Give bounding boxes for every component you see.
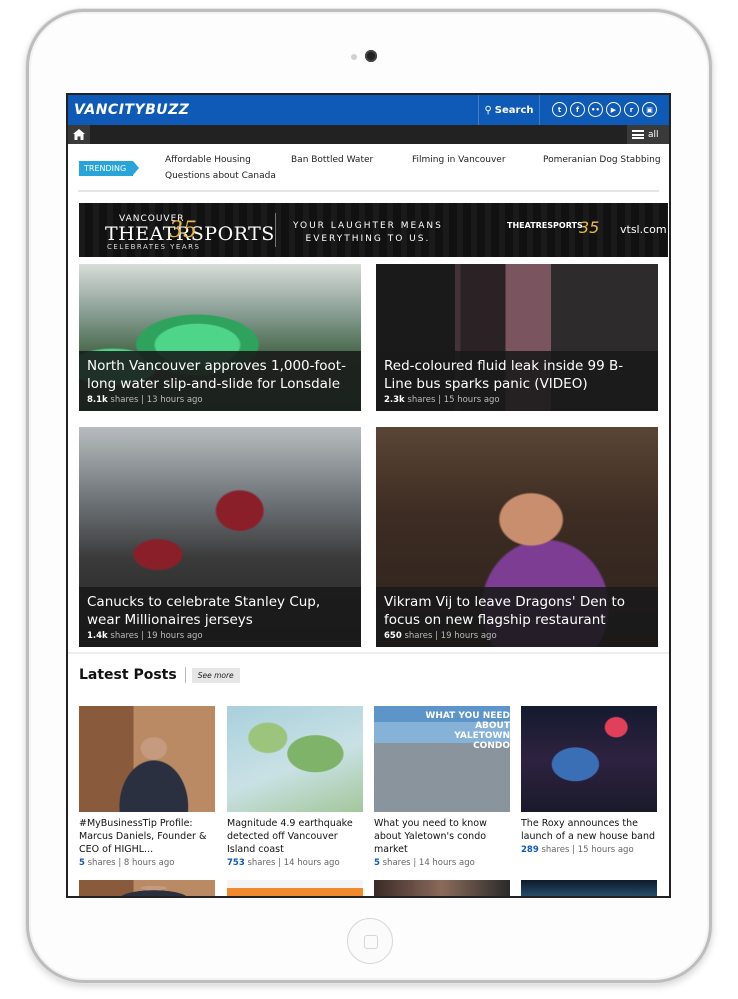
home-button[interactable] [347,918,393,964]
see-more-button[interactable]: See more [191,667,240,683]
card-meta: 650 shares | 19 hours ago [384,631,497,641]
ad-banner[interactable]: VANCOUVER THEATRSPORTS 35 CELEBRATES YEA… [79,203,668,257]
post-title[interactable]: What you need to know about Yaletown's c… [374,817,510,856]
nav-bar: all [68,125,669,144]
post-thumbnail-partial[interactable] [79,880,215,896]
card-meta: 8.1k shares | 13 hours ago [87,395,203,405]
ad-tagline1: YOUR LAUGHTER MEANS [293,221,443,231]
card-overlay: Red-coloured fluid leak inside 99 B-Line… [376,351,658,411]
trending-link[interactable]: Filming in Vancouver [412,155,506,165]
ad-line3: CELEBRATES YEARS [107,243,201,251]
post-title[interactable]: #MyBusinessTip Profile: Marcus Daniels, … [79,817,215,856]
card-title[interactable]: Red-coloured fluid leak inside 99 B-Line… [384,357,650,393]
facebook-icon[interactable]: f [570,102,585,117]
search-icon: ⚲ [484,104,492,116]
card-title[interactable]: Vikram Vij to leave Dragons' Den to focu… [384,593,650,629]
post-thumbnail-partial[interactable] [374,880,510,896]
reddit-icon[interactable]: r [624,102,639,117]
trending-link[interactable]: Questions about Canada [165,171,276,181]
latest-post[interactable]: The Roxy announces the launch of a new h… [521,706,657,855]
card-overlay: North Vancouver approves 1,000-foot-long… [79,351,361,411]
post-meta: 289 shares | 15 hours ago [521,845,634,855]
post-thumbnail[interactable] [227,706,363,812]
twitter-icon[interactable]: t [552,102,567,117]
post-meta: 5 shares | 8 hours ago [79,858,175,868]
section-divider [68,652,669,654]
hamburger-icon [632,130,644,139]
site-logo[interactable]: VANCITYBUZZ [74,102,189,118]
latest-posts-header: Latest Posts See more [79,667,240,683]
ad-url: vtsl.com [620,223,667,236]
featured-card[interactable]: North Vancouver approves 1,000-foot-long… [79,264,361,411]
ad-number: 35 [169,218,197,243]
featured-card[interactable]: Red-coloured fluid leak inside 99 B-Line… [376,264,658,411]
featured-card[interactable]: Vikram Vij to leave Dragons' Den to focu… [376,427,658,647]
sensor-dot [351,54,357,60]
post-thumbnail-partial[interactable] [227,880,363,896]
search-label: Search [494,104,534,116]
latest-post[interactable]: #MyBusinessTip Profile: Marcus Daniels, … [79,706,215,868]
featured-card[interactable]: Canucks to celebrate Stanley Cup, wear M… [79,427,361,647]
flickr-icon[interactable]: •• [588,102,603,117]
post-title[interactable]: Magnitude 4.9 earthquake detected off Va… [227,817,363,856]
trending-badge: TRENDING [79,161,139,176]
latest-posts-title: Latest Posts [79,667,186,683]
latest-post[interactable]: Magnitude 4.9 earthquake detected off Va… [227,706,363,868]
post-thumbnail[interactable]: WHAT YOU NEED ABOUT YALETOWN CONDO [374,706,510,812]
latest-post[interactable]: WHAT YOU NEED ABOUT YALETOWN CONDO What … [374,706,510,868]
ad-tagline: YOUR LAUGHTER MEANS EVERYTHING TO US. [293,220,443,246]
ad-tagline2: EVERYTHING TO US. [305,234,431,244]
menu-label: all [648,129,659,140]
home-square-icon [364,935,378,949]
instagram-icon[interactable]: ▣ [642,102,657,117]
camera-icon [365,50,377,62]
card-overlay: Canucks to celebrate Stanley Cup, wear M… [79,587,361,647]
menu-button[interactable]: all [627,125,669,144]
card-title[interactable]: North Vancouver approves 1,000-foot-long… [87,357,353,393]
trending-bar: TRENDING Affordable Housing Ban Bottled … [78,144,661,192]
trending-link[interactable]: Affordable Housing [165,155,251,165]
search-button[interactable]: ⚲ Search [478,95,540,125]
social-icons: t f •• ▶ r ▣ [552,102,657,117]
post-title[interactable]: The Roxy announces the launch of a new h… [521,817,657,843]
post-meta: 753 shares | 14 hours ago [227,858,340,868]
ad-logo: THEATRESPORTS [507,221,583,230]
ad-divider [275,213,276,247]
card-title[interactable]: Canucks to celebrate Stanley Cup, wear M… [87,593,353,629]
trending-link[interactable]: Ban Bottled Water [291,155,373,165]
post-thumbnail[interactable] [79,706,215,812]
post-meta: 5 shares | 14 hours ago [374,858,475,868]
screen: VANCITYBUZZ ⚲ Search t f •• ▶ r ▣ all TR… [66,93,671,898]
youtube-icon[interactable]: ▶ [606,102,621,117]
card-overlay: Vikram Vij to leave Dragons' Den to focu… [376,587,658,647]
top-bar: VANCITYBUZZ ⚲ Search t f •• ▶ r ▣ [68,95,669,125]
card-meta: 1.4k shares | 19 hours ago [87,631,203,641]
post-thumbnail[interactable] [521,706,657,812]
home-icon[interactable] [68,125,90,144]
post-thumbnail-partial[interactable] [521,880,657,896]
ad-number2: 35 [579,218,600,237]
trending-link[interactable]: Pomeranian Dog Stabbing [543,155,661,165]
thumbnail-overlay-text: WHAT YOU NEED ABOUT YALETOWN CONDO [425,711,510,751]
card-meta: 2.3k shares | 15 hours ago [384,395,500,405]
